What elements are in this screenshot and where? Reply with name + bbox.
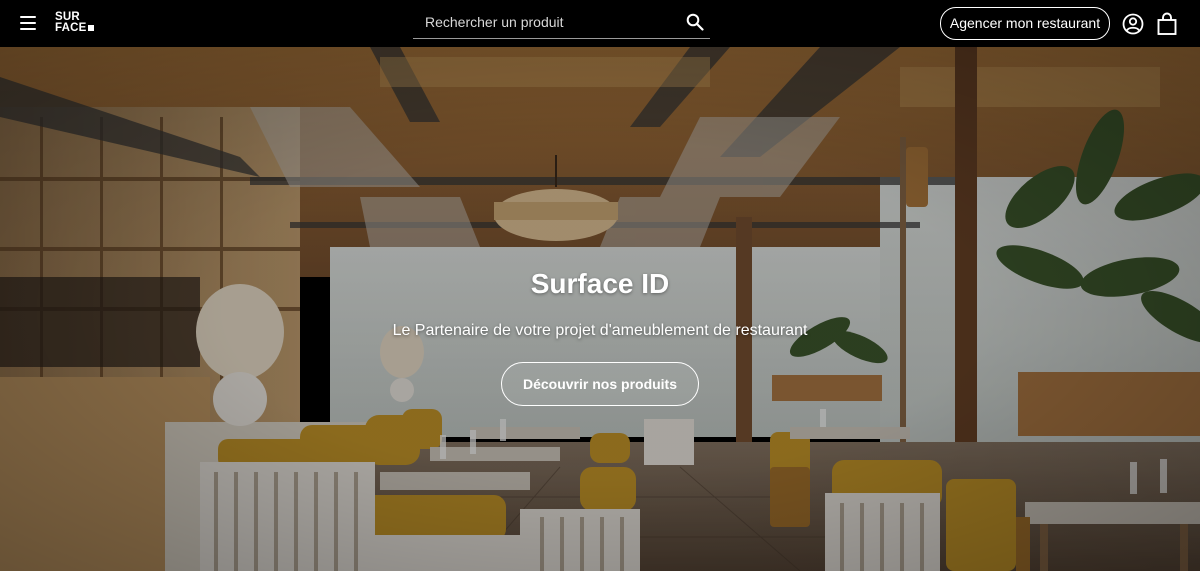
surface-logo[interactable]: SUR FACE xyxy=(55,11,95,34)
search-icon[interactable] xyxy=(686,13,704,31)
hero-subtitle: Le Partenaire de votre projet d'ameublem… xyxy=(392,322,808,339)
restaurant-interior-image xyxy=(0,47,1200,571)
hamburger-menu-icon[interactable] xyxy=(18,14,38,32)
shopping-bag-icon[interactable] xyxy=(1156,12,1178,36)
hero-banner: Surface ID Le Partenaire de votre projet… xyxy=(0,47,1200,571)
hero-title: Surface ID xyxy=(530,268,670,299)
logo-line-2: FACE xyxy=(55,22,95,34)
search-input[interactable] xyxy=(413,8,685,36)
user-account-icon[interactable] xyxy=(1122,13,1144,35)
discover-products-button[interactable]: Découvrir nos produits xyxy=(501,362,699,406)
design-my-restaurant-button[interactable]: Agencer mon restaurant xyxy=(940,7,1110,40)
search-bar xyxy=(413,8,710,39)
top-navigation-bar: SUR FACE Agencer mon restaurant xyxy=(0,0,1200,47)
